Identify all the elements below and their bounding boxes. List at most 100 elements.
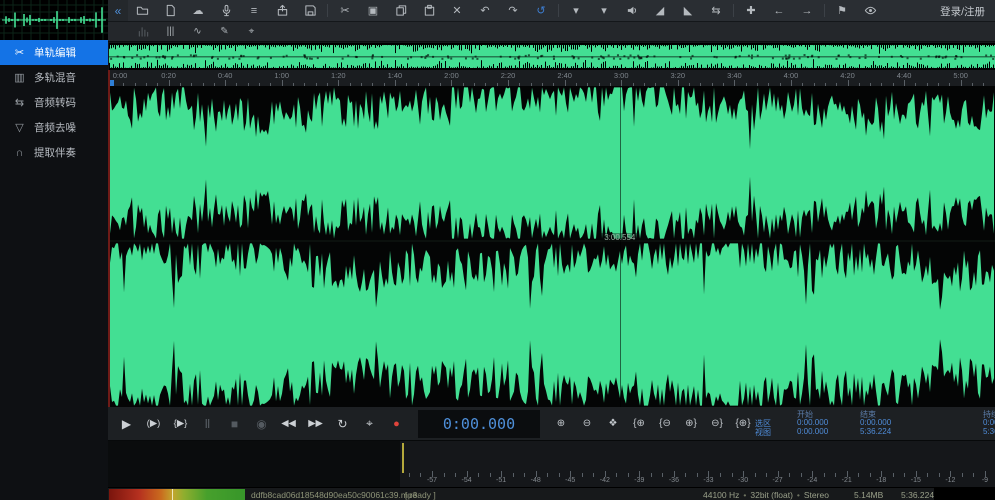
record-audio-icon[interactable] — [212, 0, 240, 21]
panel-value[interactable]: 5:36.224 — [860, 427, 891, 436]
redo-icon[interactable]: ↷ — [499, 0, 527, 21]
save-icon[interactable] — [296, 0, 324, 21]
db-label: -12 — [945, 477, 955, 484]
playback-dropdown-icon[interactable]: ▾ — [562, 0, 590, 21]
selection-view-panel: 开始结束持续选区0:00.0000:00.0000:00.000视图0:00.0… — [737, 407, 995, 441]
zoom-controls: ⊕⊖❖{⊕{⊖⊕}⊖}{⊕} — [548, 413, 756, 435]
db-minor-tick — [766, 473, 767, 477]
rewind-button[interactable]: ◀◀ — [275, 413, 302, 435]
volume-icon[interactable] — [618, 0, 646, 21]
panel-value[interactable]: 0:00.000 — [860, 418, 891, 427]
current-time-display[interactable]: 0:00.000 — [418, 410, 540, 438]
zoom-sel-start-out-button[interactable]: {⊖ — [652, 413, 678, 435]
undo-icon[interactable]: ↶ — [471, 0, 499, 21]
meter-peak-line — [402, 443, 404, 473]
db-minor-tick — [651, 473, 652, 477]
delete-icon[interactable]: ✕ — [443, 0, 471, 21]
sidebar-item-extract-accompaniment[interactable]: ∩提取伴奏 — [0, 140, 108, 165]
nudge-right-icon[interactable]: → — [793, 0, 821, 21]
zoom-sel-start-in-button[interactable]: {⊕ — [626, 413, 652, 435]
trim-icon[interactable]: ▣ — [359, 0, 387, 21]
record-standby-button[interactable]: ◉ — [248, 413, 275, 435]
task-list-icon[interactable]: ≡ — [240, 0, 268, 21]
new-file-icon[interactable] — [156, 0, 184, 21]
play-button[interactable]: ▶ — [113, 413, 140, 435]
history-icon[interactable]: ↺ — [527, 0, 555, 21]
swap-channels-icon[interactable]: ⇆ — [702, 0, 730, 21]
visibility-eye-icon[interactable] — [856, 0, 884, 21]
db-minor-tick — [904, 473, 905, 477]
db-minor-tick — [801, 473, 802, 477]
status-channels: Stereo — [804, 490, 829, 500]
level-meter-gradient — [109, 489, 245, 500]
open-file-icon[interactable] — [128, 0, 156, 21]
record-button[interactable]: ● — [383, 413, 410, 435]
db-label: -21 — [842, 477, 852, 484]
play-selection-button[interactable]: (▶) — [140, 413, 167, 435]
repeat-button[interactable]: ↻ — [329, 413, 356, 435]
zoom-in-button[interactable]: ⊕ — [548, 413, 574, 435]
fade-out-icon[interactable]: ◣ — [674, 0, 702, 21]
cloud-download-icon[interactable]: ☁ — [184, 0, 212, 21]
sidebar-item-audio-transcode[interactable]: ⇆音频转码 — [0, 90, 108, 115]
panel-value[interactable]: 0:00.000 — [983, 418, 995, 427]
sidebar-item-audio-denoise[interactable]: ▽ 音频去噪 — [0, 115, 108, 140]
overview-minimap[interactable] — [109, 43, 995, 70]
options-dropdown-icon[interactable]: ▾ — [590, 0, 618, 21]
ruler-time-label: 3:40 — [727, 71, 742, 80]
draw-tool-icon[interactable]: ✎ — [211, 23, 238, 41]
cursor-tool-icon[interactable]: ⌖ — [238, 23, 265, 41]
db-minor-tick — [478, 473, 479, 477]
zoom-sel-end-in-button[interactable]: ⊕} — [678, 413, 704, 435]
login-register-link[interactable]: 登录/注册 — [940, 4, 985, 19]
forward-button[interactable]: ▶▶ — [302, 413, 329, 435]
db-minor-tick — [789, 473, 790, 477]
status-sample-rate: 44100 Hz — [703, 490, 739, 500]
panel-value[interactable]: 5:36.224 — [983, 427, 995, 436]
sidebar-item-label: 音频去噪 — [34, 120, 76, 135]
zoom-fit-button[interactable]: ❖ — [600, 413, 626, 435]
ruler-time-label: 1:20 — [331, 71, 346, 80]
waveform-canvas[interactable] — [108, 86, 995, 407]
copy-icon[interactable] — [387, 0, 415, 21]
selection-flag-icon[interactable]: ⚑ — [828, 0, 856, 21]
timeline-ruler[interactable]: 0:000:200:401:001:201:402:002:202:403:00… — [108, 70, 995, 87]
pause-button[interactable]: Ⅱ — [194, 413, 221, 435]
db-minor-tick — [513, 473, 514, 477]
db-minor-tick — [616, 473, 617, 477]
db-label: -15 — [911, 477, 921, 484]
paste-icon[interactable] — [415, 0, 443, 21]
fade-in-icon[interactable]: ◢ — [646, 0, 674, 21]
sidebar-collapse-button[interactable]: « — [108, 0, 128, 21]
stop-button[interactable]: ■ — [221, 413, 248, 435]
spectrum-view-icon[interactable]: ∿ — [184, 23, 211, 41]
bullet-separator: • — [793, 490, 804, 500]
cut-icon[interactable]: ✂ — [331, 0, 359, 21]
sidebar-item-label: 多轨混音 — [34, 70, 76, 85]
db-minor-tick — [582, 473, 583, 477]
move-icon[interactable]: ✚ — [737, 0, 765, 21]
track-view-icon[interactable]: ||| — [157, 23, 184, 41]
export-icon[interactable] — [268, 0, 296, 21]
app-logo — [0, 0, 108, 40]
play-loop-button[interactable]: {▶} — [167, 413, 194, 435]
zoom-out-button[interactable]: ⊖ — [574, 413, 600, 435]
ruler-time-label: 1:00 — [274, 71, 289, 80]
view-toolbar: |||∿✎⌖ — [108, 22, 995, 42]
transcode-icon: ⇆ — [13, 96, 26, 109]
ruler-time-label: 0:20 — [161, 71, 176, 80]
sidebar-item-single-track-edit[interactable]: ✂单轨编辑 — [0, 40, 108, 65]
db-label: -36 — [669, 477, 679, 484]
zoom-sel-end-out-button[interactable]: ⊖} — [704, 413, 730, 435]
panel-value[interactable]: 0:00.000 — [797, 427, 828, 436]
db-minor-tick — [927, 473, 928, 477]
follow-playhead-button[interactable]: ⌖ — [356, 413, 383, 435]
playhead-cursor[interactable] — [620, 86, 621, 407]
ruler-time-label: 1:40 — [388, 71, 403, 80]
nudge-left-icon[interactable]: ← — [765, 0, 793, 21]
waveform-channel-right — [108, 242, 995, 407]
panel-value[interactable]: 0:00.000 — [797, 418, 828, 427]
funnel-icon: ▽ — [13, 121, 26, 134]
sidebar-item-multi-track-mix[interactable]: ▥多轨混音 — [0, 65, 108, 90]
waveform-stats-icon[interactable] — [130, 23, 157, 41]
